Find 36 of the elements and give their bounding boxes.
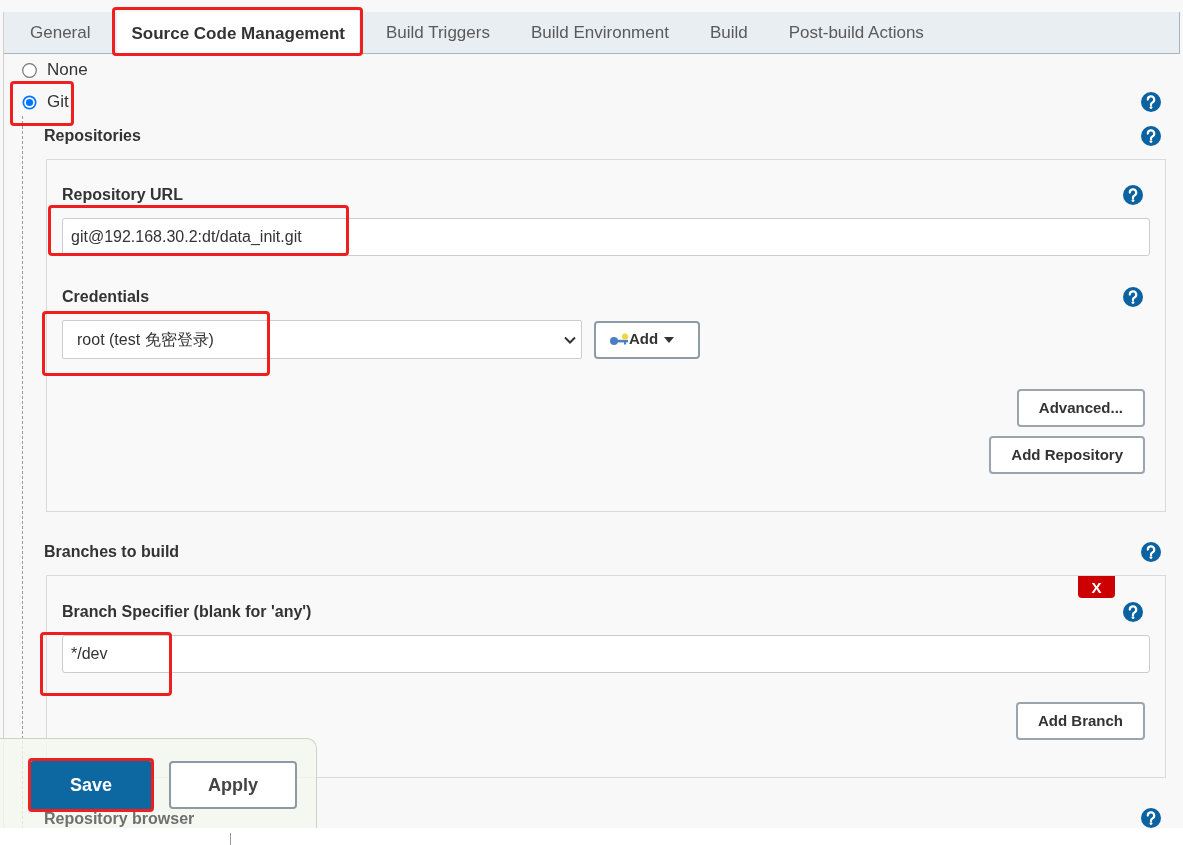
radio-button[interactable] bbox=[22, 94, 37, 110]
add-credentials-button[interactable]: Add bbox=[594, 320, 700, 359]
field-label: Branch Specifier (blank for 'any') bbox=[62, 602, 312, 622]
radio-label[interactable]: None bbox=[47, 57, 88, 83]
help-icon[interactable] bbox=[1141, 92, 1161, 112]
dropdown[interactable]: root (test 免密登录) bbox=[62, 320, 582, 359]
text-field[interactable]: */dev bbox=[62, 635, 1150, 673]
help-icon[interactable] bbox=[1141, 126, 1161, 146]
help-icon[interactable] bbox=[1123, 602, 1143, 622]
tab[interactable]: Build Triggers bbox=[372, 12, 504, 54]
section-title: Branches to build bbox=[44, 542, 180, 562]
radio-label[interactable]: Git bbox=[47, 89, 69, 115]
help-icon[interactable] bbox=[1123, 287, 1143, 307]
radio-button[interactable] bbox=[22, 62, 37, 78]
text-field[interactable]: git@192.168.30.2:dt/data_init.git bbox=[62, 218, 1150, 256]
tab[interactable]: Post-build Actions bbox=[774, 12, 938, 54]
chevron-down-icon bbox=[564, 335, 576, 344]
help-icon[interactable] bbox=[1123, 185, 1143, 205]
button[interactable]: Apply bbox=[169, 761, 297, 809]
field-label: Repository URL bbox=[62, 185, 183, 205]
tab[interactable]: Build Environment bbox=[516, 12, 683, 54]
section-title: Repositories bbox=[44, 126, 141, 146]
button[interactable]: Add Repository bbox=[989, 436, 1145, 474]
help-icon[interactable] bbox=[1141, 542, 1161, 562]
field-label: Credentials bbox=[62, 287, 150, 307]
save-button[interactable]: Save bbox=[30, 761, 152, 810]
delete-button[interactable]: X bbox=[1078, 576, 1115, 598]
button[interactable]: Add Branch bbox=[1016, 702, 1145, 740]
button[interactable]: Advanced... bbox=[1016, 389, 1145, 427]
tab[interactable]: Source Code Management bbox=[117, 12, 359, 55]
key-icon bbox=[609, 332, 629, 347]
section-title: Repository browser bbox=[44, 809, 195, 827]
caret-down-icon bbox=[664, 336, 675, 343]
help-icon[interactable] bbox=[1141, 808, 1161, 828]
tab[interactable]: General bbox=[16, 12, 105, 54]
tab[interactable]: Build bbox=[695, 12, 762, 54]
